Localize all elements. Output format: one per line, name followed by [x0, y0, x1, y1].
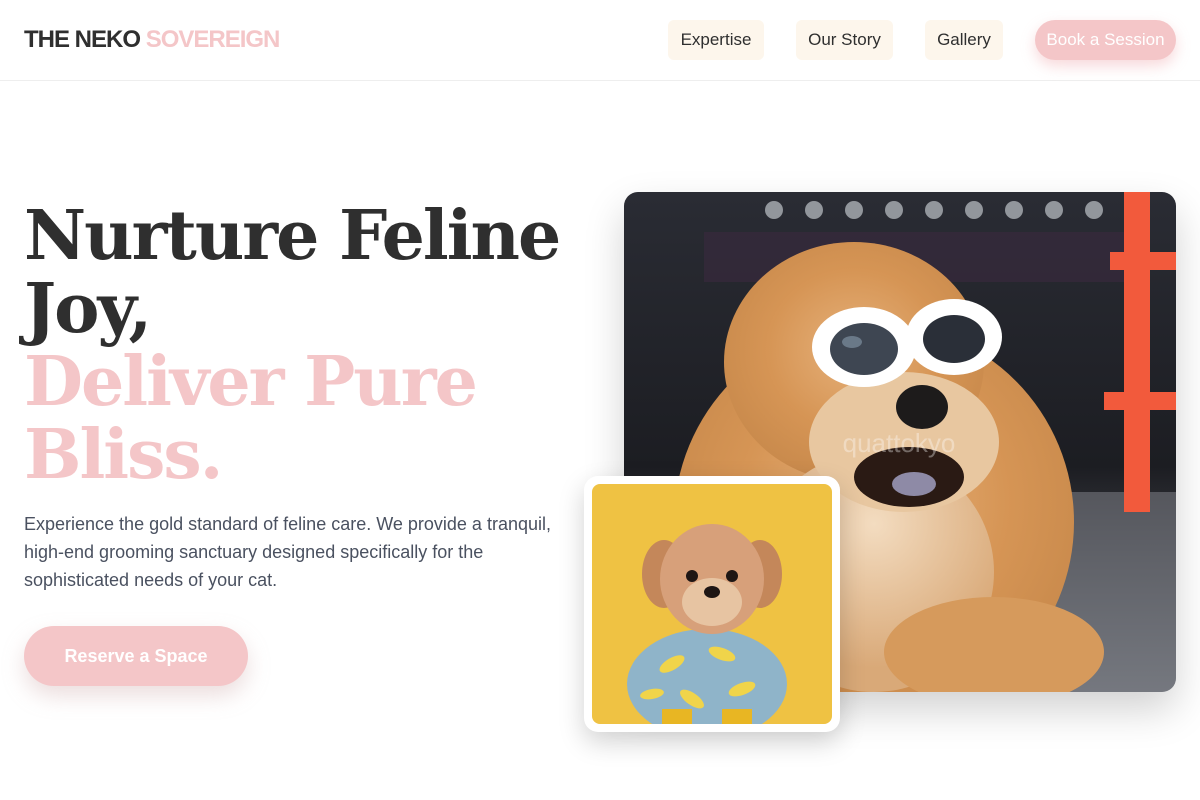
hero-description: Experience the gold standard of feline c… — [24, 514, 551, 590]
book-session-button[interactable]: Book a Session — [1035, 20, 1176, 60]
secondary-photo — [592, 484, 832, 724]
headline-line-2: Joy, — [24, 269, 152, 349]
hero-headline: Nurture Feline Joy, Deliver Pure Bliss. — [24, 200, 584, 492]
logo-text-primary: THE NEKO — [24, 26, 141, 53]
headline-line-3: Deliver Pure — [24, 342, 478, 422]
reserve-space-button[interactable]: Reserve a Space — [24, 626, 248, 686]
logo-text-accent: SOVEREIGN — [145, 26, 281, 53]
photo-watermark: quattokyo — [843, 428, 956, 458]
site-header: THE NEKO SOVEREIGN Expertise Our Story G… — [0, 0, 1200, 81]
headline-line-1: Nurture Feline — [24, 196, 561, 276]
nav-link-gallery[interactable]: Gallery — [925, 20, 1003, 60]
headline-line-4: Bliss. — [24, 415, 223, 495]
nav-link-our-story[interactable]: Our Story — [796, 20, 893, 60]
brand-logo[interactable]: THE NEKO SOVEREIGN — [24, 26, 281, 54]
secondary-photo-card — [584, 476, 840, 732]
nav-link-expertise[interactable]: Expertise — [668, 20, 764, 60]
